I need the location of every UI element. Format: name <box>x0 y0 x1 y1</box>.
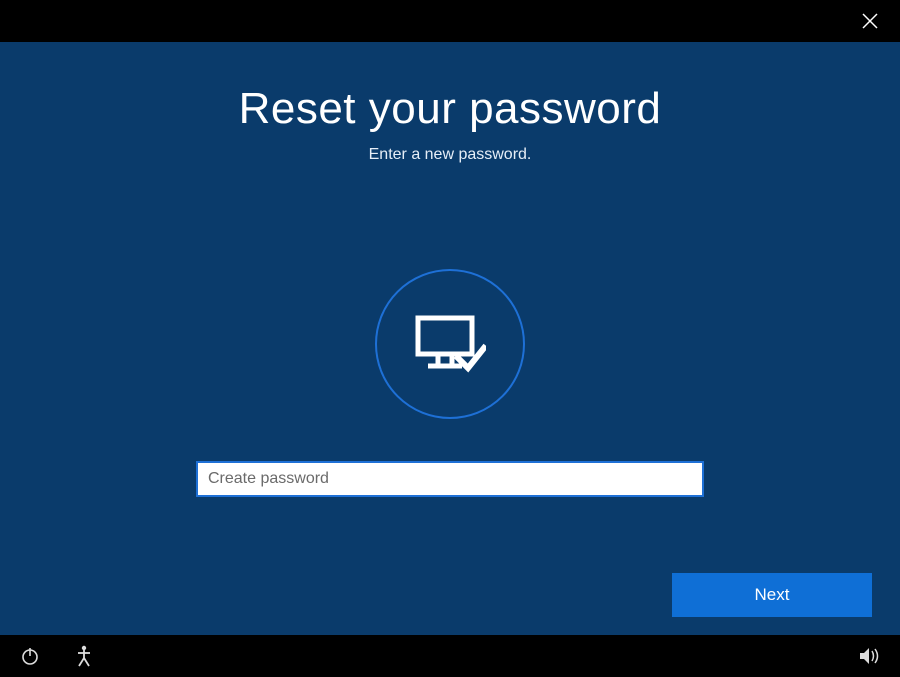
next-button[interactable]: Next <box>672 573 872 617</box>
password-input[interactable] <box>196 461 704 497</box>
titlebar <box>0 0 900 42</box>
close-button[interactable] <box>858 9 882 33</box>
page-title: Reset your password <box>239 84 662 134</box>
main-panel: Reset your password Enter a new password… <box>0 42 900 635</box>
bottombar <box>0 635 900 677</box>
volume-icon <box>859 646 881 666</box>
power-button[interactable] <box>18 644 42 668</box>
monitor-check-icon <box>414 312 486 376</box>
ease-of-access-button[interactable] <box>72 644 96 668</box>
page-subtitle: Enter a new password. <box>369 146 532 164</box>
volume-button[interactable] <box>858 644 882 668</box>
power-icon <box>20 646 40 666</box>
accessibility-icon <box>74 645 94 667</box>
close-icon <box>862 13 878 29</box>
monitor-check-circle <box>375 269 525 419</box>
